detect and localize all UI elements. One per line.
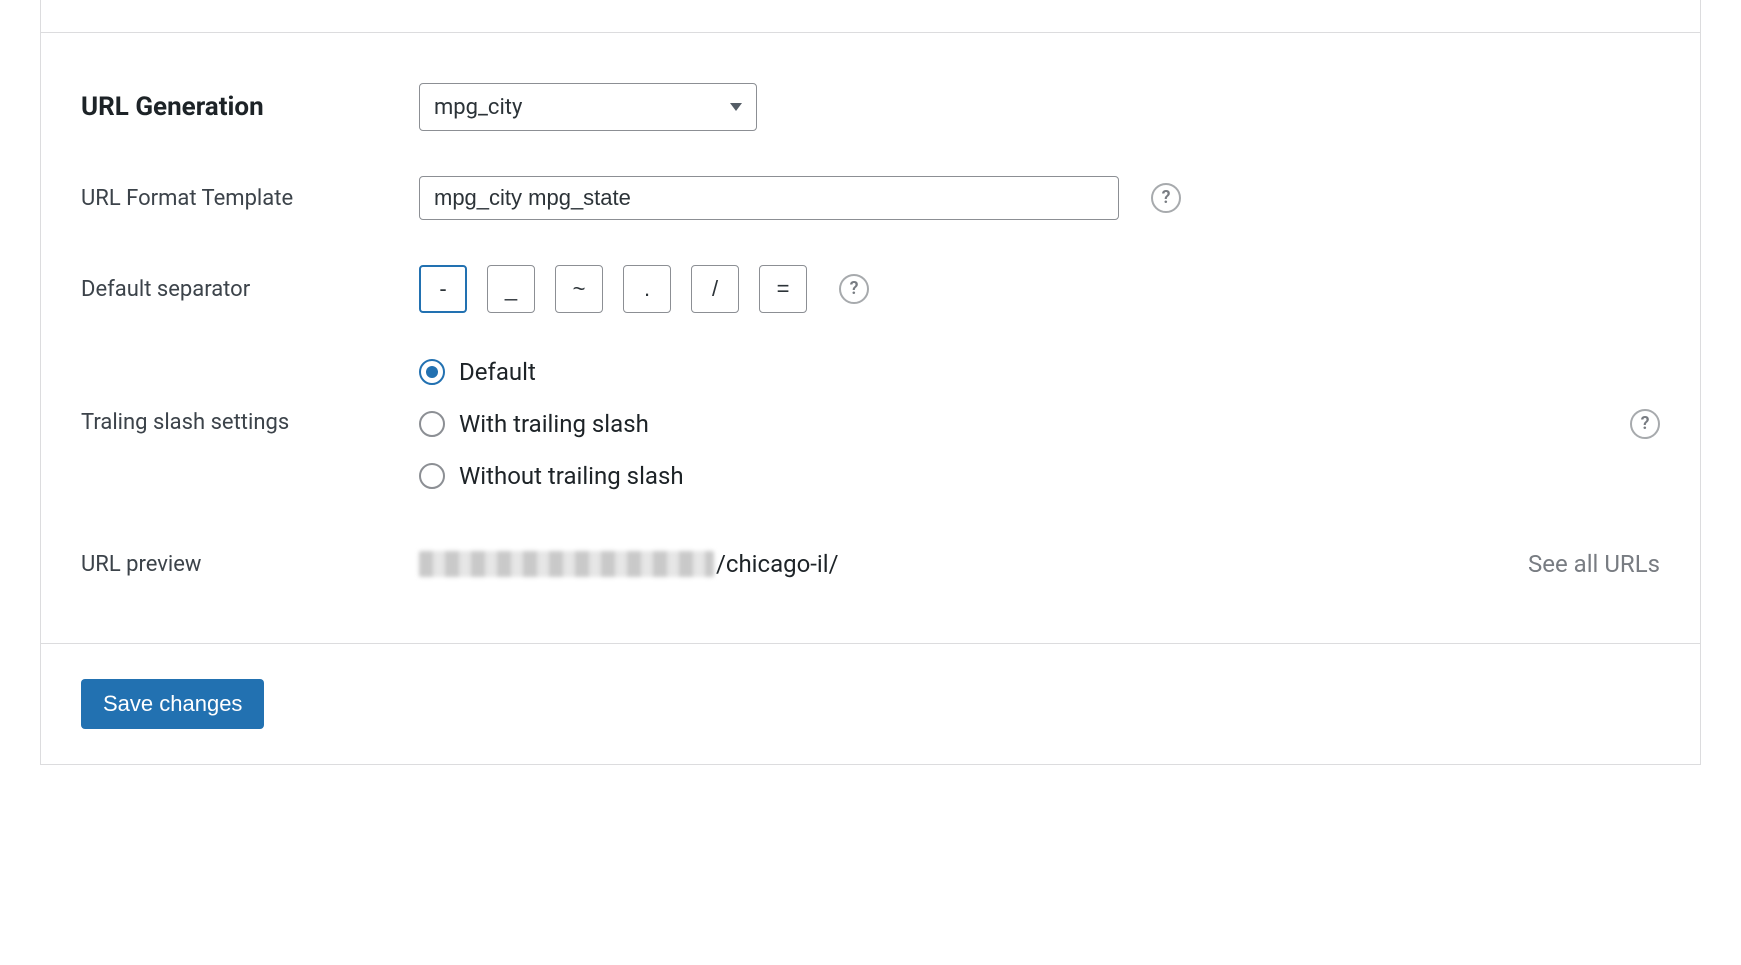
separator-option[interactable]: _ xyxy=(487,265,535,313)
row-separator: Default separator -_ ~. / = ? xyxy=(81,265,1660,313)
help-icon[interactable]: ? xyxy=(839,274,869,304)
see-all-urls-link[interactable]: See all URLs xyxy=(1528,550,1660,578)
separator-option[interactable]: = xyxy=(759,265,807,313)
trailing-radio-row[interactable]: Default xyxy=(419,358,684,386)
separator-button-group: -_ ~. / = xyxy=(419,265,807,313)
url-preview-value: /chicago-il/ xyxy=(419,550,839,578)
trailing-radio-label: Without trailing slash xyxy=(459,462,684,490)
separator-option[interactable]: - xyxy=(419,265,467,313)
help-icon[interactable]: ? xyxy=(1151,183,1181,213)
url-generation-select[interactable]: mpg_city xyxy=(419,83,757,131)
panel-body: URL Generation mpg_city URL Format Templ… xyxy=(41,33,1700,643)
row-trailing-slash: Traling slash settings Default With trail… xyxy=(81,358,1660,490)
row-format-template: URL Format Template ? xyxy=(81,176,1660,220)
separator-field: -_ ~. / = ? xyxy=(419,265,1660,313)
separator-option[interactable]: / xyxy=(691,265,739,313)
trailing-radio-default[interactable] xyxy=(419,359,445,385)
format-template-field: ? xyxy=(419,176,1660,220)
url-preview-path: /chicago-il/ xyxy=(716,550,839,578)
trailing-radio-label: With trailing slash xyxy=(459,410,649,438)
url-generation-select-value: mpg_city xyxy=(434,95,522,120)
settings-panel: URL Generation mpg_city URL Format Templ… xyxy=(40,0,1701,765)
save-button[interactable]: Save changes xyxy=(81,679,264,729)
panel-top-divider xyxy=(41,0,1700,33)
section-heading: URL Generation xyxy=(81,92,419,122)
url-preview-label: URL preview xyxy=(81,552,419,577)
panel-footer: Save changes xyxy=(41,643,1700,764)
row-url-generation: URL Generation mpg_city xyxy=(81,83,1660,131)
format-template-label: URL Format Template xyxy=(81,186,419,211)
trailing-slash-label: Traling slash settings xyxy=(81,358,419,435)
trailing-radio-row[interactable]: With trailing slash xyxy=(419,410,684,438)
trailing-radio-row[interactable]: Without trailing slash xyxy=(419,462,684,490)
trailing-radio-without[interactable] xyxy=(419,463,445,489)
url-generation-field: mpg_city xyxy=(419,83,1660,131)
trailing-radio-label: Default xyxy=(459,358,536,386)
format-template-input[interactable] xyxy=(419,176,1119,220)
trailing-radio-group: Default With trailing slash Without traili… xyxy=(419,358,684,490)
trailing-slash-field: Default With trailing slash Without traili… xyxy=(419,358,1660,490)
separator-label: Default separator xyxy=(81,277,419,302)
help-icon[interactable]: ? xyxy=(1630,409,1660,439)
url-preview-blurred-domain xyxy=(419,551,714,577)
trailing-radio-with[interactable] xyxy=(419,411,445,437)
chevron-down-icon xyxy=(730,103,742,111)
separator-option[interactable]: . xyxy=(623,265,671,313)
row-url-preview: URL preview /chicago-il/ See all URLs xyxy=(81,550,1660,578)
separator-option[interactable]: ~ xyxy=(555,265,603,313)
